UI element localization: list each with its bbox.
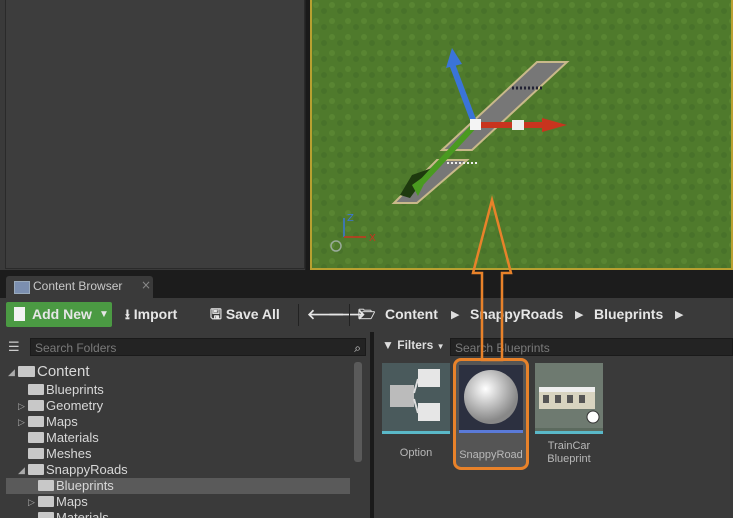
folder-icon (38, 496, 54, 507)
breadcrumb-arrow-icon[interactable]: ▶ (675, 302, 683, 327)
tree-item-blueprints-selected[interactable]: Blueprints (6, 478, 350, 494)
folder-icon (28, 432, 44, 443)
drag-arrow-overlay (471, 195, 513, 362)
axis-label-z: Z (347, 213, 354, 224)
close-icon[interactable]: × (141, 278, 151, 292)
filters-label: Filters (397, 338, 434, 352)
tab-content-browser[interactable]: Content Browser × (6, 276, 153, 298)
tree-item-maps[interactable]: ▷ Maps (0, 414, 350, 430)
folder-icon (28, 464, 44, 475)
import-icon: ⭳ (125, 306, 130, 322)
tree-label: Content (37, 363, 90, 380)
filter-icon: ▼ (382, 338, 394, 352)
folder-icon (38, 480, 54, 491)
up-arrow-icon (471, 195, 513, 362)
asset-label: Option (399, 447, 433, 459)
new-file-icon (14, 307, 25, 321)
dropdown-caret-icon: ▼ (99, 309, 109, 320)
breadcrumb-blueprints[interactable]: Blueprints (594, 302, 663, 327)
tree-label: Materials (46, 430, 99, 445)
search-folders-input[interactable]: Search Folders ⌕ (30, 338, 366, 356)
folder-open-icon: 🗁 (358, 306, 376, 322)
add-new-button[interactable]: Add New ▼ (6, 302, 112, 327)
left-panel (0, 0, 306, 270)
breadcrumb-arrow-icon[interactable]: ▶ (451, 302, 459, 327)
folder-icon (18, 366, 35, 377)
gizmo-center[interactable] (470, 119, 481, 130)
tree-item-snappyroads[interactable]: ◢ SnappyRoads (0, 462, 350, 478)
tree-item-materials[interactable]: Materials (0, 430, 350, 446)
collapse-arrow-icon[interactable]: ▷ (18, 398, 25, 414)
folder-tree-scrollbar[interactable] (354, 362, 362, 462)
left-panel-inner (5, 0, 305, 269)
asset-tile-option[interactable] (382, 363, 450, 434)
collapse-arrow-icon[interactable]: ▷ (18, 414, 25, 430)
folder-icon (38, 512, 54, 518)
tree-label: Geometry (46, 398, 104, 413)
tree-item-maps[interactable]: ▷ Maps (0, 494, 350, 510)
import-label: Import (133, 306, 178, 322)
search-icon: ⌕ (354, 341, 361, 355)
folder-icon (28, 416, 44, 427)
tree-label: Meshes (46, 446, 92, 461)
tree-item-content[interactable]: ◢ Content (0, 364, 350, 380)
asset-tile-snappyroad-highlight[interactable]: SnappyRoad (453, 358, 529, 470)
content-browser-toolbar: Add New ▼ ⭳ Import 🖫 Save All 🡐 🡒 🗁 Cont… (0, 298, 733, 332)
toggle-sources-icon[interactable]: ☰ (8, 340, 20, 355)
asset-thumbnail (459, 365, 523, 433)
breadcrumb-content[interactable]: Content (385, 302, 438, 327)
axis-label-x: X (369, 233, 376, 244)
folder-icon (28, 400, 44, 411)
tree-label: Blueprints (56, 478, 114, 493)
asset-label: TrainCar Blueprint (547, 440, 591, 465)
gizmo-plane-handle[interactable] (512, 120, 524, 130)
tab-label: Content Browser (33, 279, 123, 293)
filters-button[interactable]: ▼ Filters ▼ (382, 338, 445, 352)
tree-label: Maps (56, 494, 88, 509)
breadcrumb-arrow-icon[interactable]: ▶ (575, 302, 583, 327)
tree-label: Materials (56, 510, 109, 518)
folder-icon (28, 384, 44, 395)
dropdown-caret-icon: ▼ (436, 342, 445, 351)
tree-item-blueprints[interactable]: Blueprints (0, 382, 350, 398)
tree-item-geometry[interactable]: ▷ Geometry (0, 398, 350, 414)
asset-tile-traincar[interactable] (535, 363, 603, 434)
add-new-label: Add New (32, 306, 92, 322)
folder-tree-panel: ☰ Search Folders ⌕ ◢ Content Blueprints … (0, 332, 370, 518)
tree-label: Maps (46, 414, 78, 429)
tree-item-meshes[interactable]: Meshes (0, 446, 350, 462)
tree-label: Blueprints (46, 382, 104, 397)
tree-item-materials[interactable]: Materials (0, 510, 350, 518)
tree-label: SnappyRoads (46, 462, 128, 477)
blueprint-struct-icon (390, 369, 440, 421)
collapse-arrow-icon[interactable]: ▷ (28, 494, 35, 510)
traincar-thumbnail (535, 363, 603, 428)
search-placeholder: Search Folders (35, 341, 117, 355)
save-all-button[interactable]: 🖫 Save All (210, 302, 290, 327)
asset-label: SnappyRoad (459, 449, 523, 461)
expand-arrow-icon[interactable]: ◢ (8, 364, 15, 380)
save-all-label: Save All (225, 306, 280, 322)
save-icon: 🖫 (210, 306, 222, 322)
import-button[interactable]: ⭳ Import (125, 302, 195, 327)
folder-icon (28, 448, 44, 459)
toolbar-divider (298, 304, 299, 326)
sphere-icon (464, 370, 518, 424)
toolbar-divider (349, 304, 350, 326)
content-browser-icon (14, 281, 30, 294)
expand-arrow-icon[interactable]: ◢ (18, 462, 25, 478)
